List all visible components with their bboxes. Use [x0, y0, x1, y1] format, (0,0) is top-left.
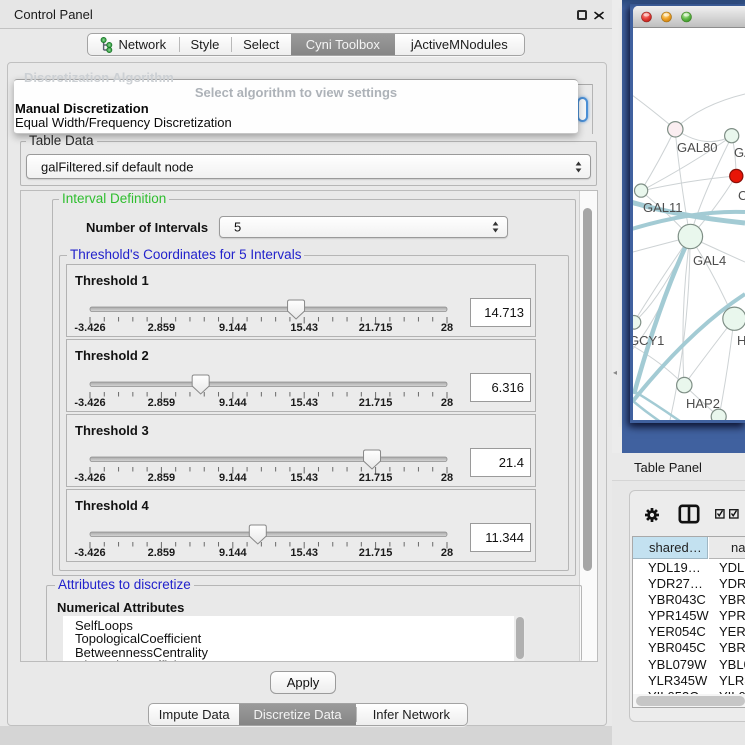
svg-text:H: H [737, 333, 745, 348]
svg-text:GAL11: GAL11 [643, 200, 683, 215]
svg-text:GAL80: GAL80 [677, 140, 717, 155]
svg-text:C: C [738, 188, 745, 203]
svg-text:HAP2: HAP2 [686, 396, 720, 411]
svg-text:GAL4: GAL4 [693, 253, 726, 268]
svg-text:GA: GA [734, 145, 745, 160]
svg-text:GCY1: GCY1 [633, 333, 664, 348]
